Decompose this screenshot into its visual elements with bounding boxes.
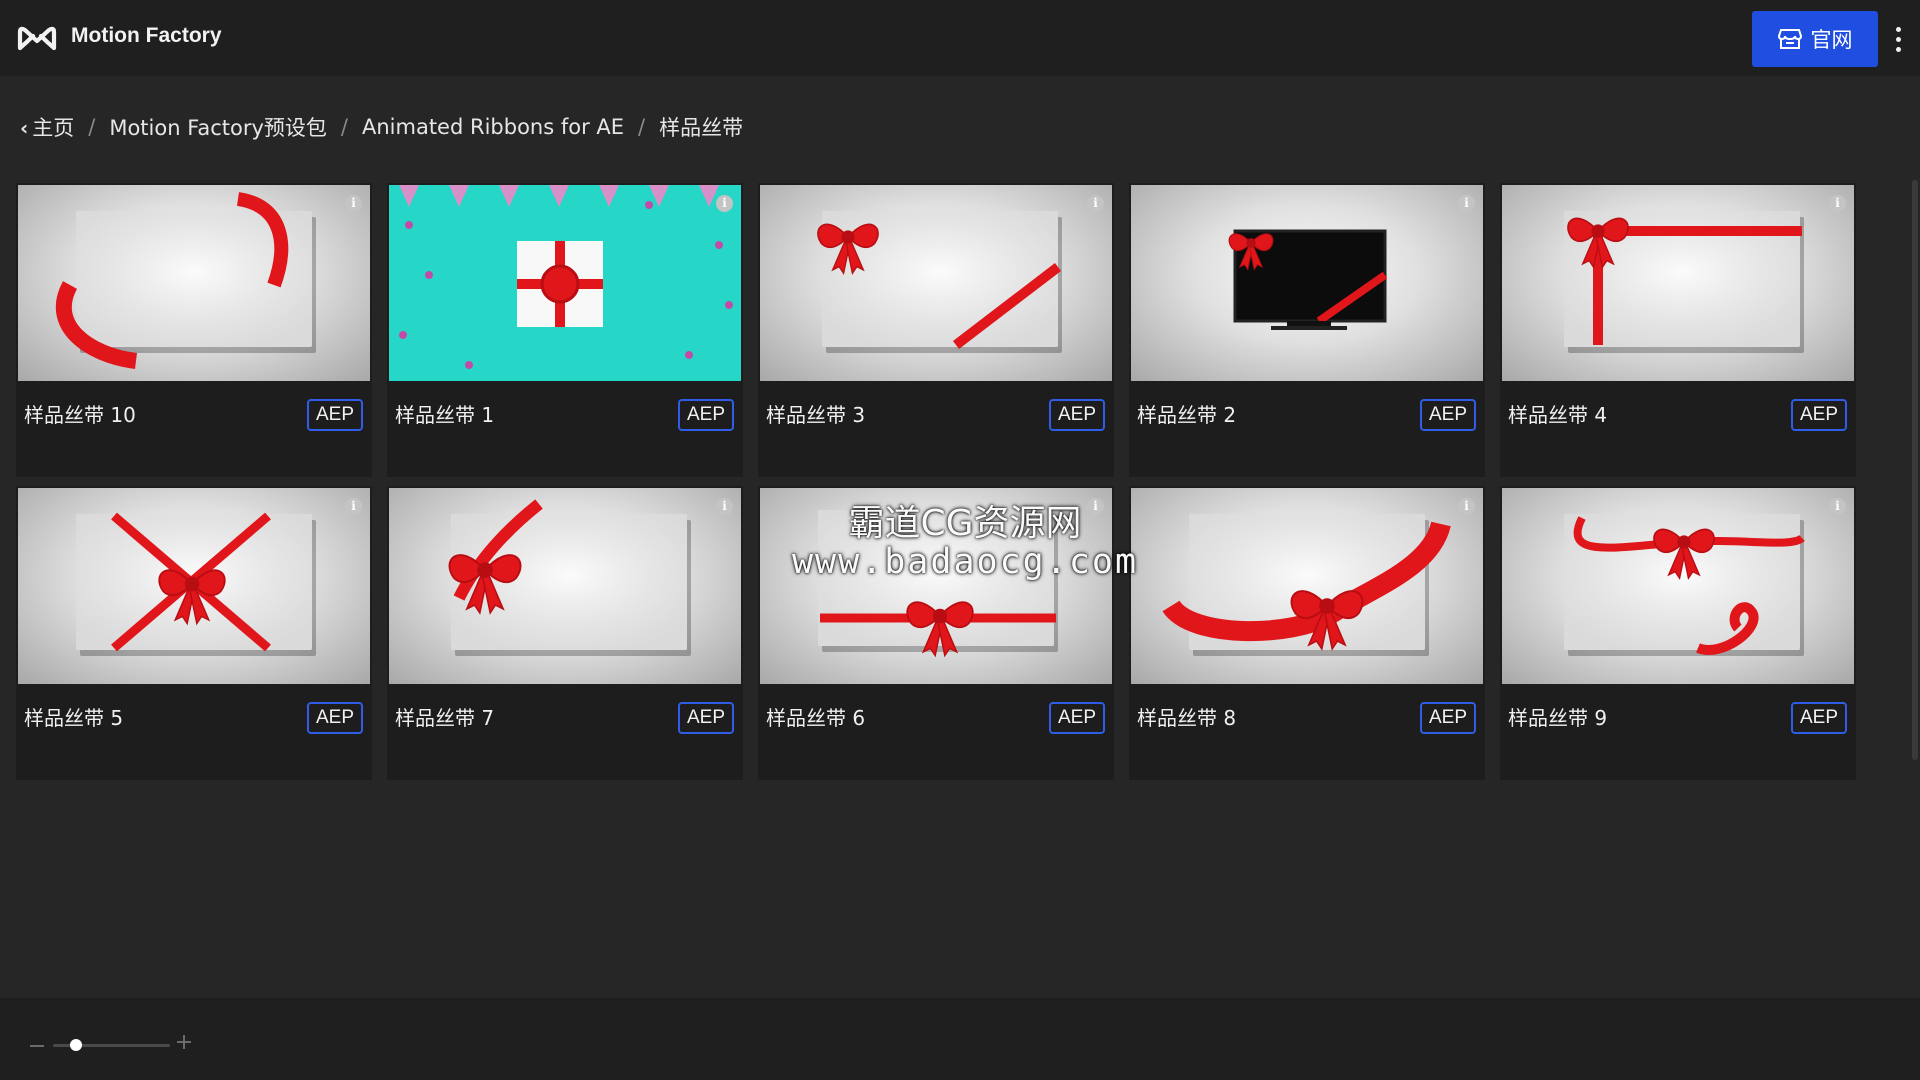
file-type-badge: AEP [307, 399, 363, 431]
chevron-left-icon: ‹ [20, 116, 29, 140]
motion-factory-logo-icon [17, 26, 57, 51]
official-site-button[interactable]: 官网 [1752, 11, 1878, 67]
template-card[interactable]: i 样品丝带 7 AEP [387, 486, 743, 780]
info-icon[interactable]: i [345, 498, 362, 515]
template-card[interactable]: i 样品丝带 8 AEP [1129, 486, 1485, 780]
thumbnail-image [1564, 211, 1804, 353]
template-thumbnail[interactable] [18, 488, 370, 684]
template-thumbnail[interactable] [1131, 185, 1483, 381]
thumbnail-image [56, 192, 316, 369]
card-title: 样品丝带 9 [1508, 706, 1608, 730]
template-thumbnail[interactable] [760, 488, 1112, 684]
breadcrumb-home[interactable]: ‹ 主页 [20, 112, 74, 142]
zoom-slider[interactable] [53, 1039, 170, 1051]
scrollbar-thumb[interactable] [1912, 180, 1918, 760]
thumbnail-image [817, 211, 1062, 353]
card-title: 样品丝带 3 [766, 403, 866, 427]
file-type-badge: AEP [1420, 399, 1476, 431]
breadcrumb: ‹ 主页 / Motion Factory预设包 / Animated Ribbo… [20, 112, 743, 142]
template-card[interactable]: i 样品丝带 3 AEP [758, 183, 1114, 477]
template-thumbnail[interactable] [1502, 185, 1854, 381]
template-thumbnail[interactable] [760, 185, 1112, 381]
file-type-badge: AEP [678, 702, 734, 734]
card-title: 样品丝带 1 [395, 403, 495, 427]
breadcrumb-animated-ribbons[interactable]: Animated Ribbons for AE [362, 115, 624, 139]
card-title: 样品丝带 5 [24, 706, 124, 730]
app-title: Motion Factory [71, 24, 222, 47]
file-type-badge: AEP [1791, 702, 1847, 734]
breadcrumb-separator: / [340, 115, 348, 139]
breadcrumb-separator: / [638, 115, 646, 139]
info-icon[interactable]: i [716, 195, 733, 212]
template-card[interactable]: i 样品丝带 10 AEP [16, 183, 372, 477]
file-type-badge: AEP [1049, 702, 1105, 734]
file-type-badge: AEP [1049, 399, 1105, 431]
breadcrumb-separator: / [88, 115, 96, 139]
card-title: 样品丝带 8 [1137, 706, 1237, 730]
store-icon [1777, 29, 1802, 49]
template-card[interactable]: i 样品丝带 2 AEP [1129, 183, 1485, 477]
thumbnail-image [448, 499, 691, 656]
breadcrumb-preset-pack[interactable]: Motion Factory预设包 [109, 112, 327, 142]
info-icon[interactable]: i [1829, 195, 1846, 212]
thumbnail-image [1228, 229, 1388, 330]
template-thumbnail[interactable] [389, 185, 741, 381]
thumbnail-image [389, 185, 741, 381]
breadcrumb-home-label: 主页 [32, 116, 75, 140]
template-grid: i 样品丝带 10 AEP i 样品丝带 1 AEP i 样品丝带 3 AEP [16, 183, 1856, 780]
zoom-in-icon[interactable] [177, 1035, 191, 1049]
info-icon[interactable]: i [1829, 498, 1846, 515]
info-icon[interactable]: i [1458, 195, 1475, 212]
file-type-badge: AEP [678, 399, 734, 431]
info-icon[interactable]: i [1087, 498, 1104, 515]
breadcrumb-current: 样品丝带 [659, 116, 744, 140]
thumbnail-image [1162, 514, 1451, 656]
card-title: 样品丝带 10 [24, 403, 136, 427]
info-icon[interactable]: i [1087, 195, 1104, 212]
more-menu-icon[interactable] [1886, 24, 1910, 54]
file-type-badge: AEP [307, 702, 363, 734]
template-card[interactable]: i 样品丝带 5 AEP [16, 486, 372, 780]
vertical-scrollbar[interactable] [1912, 180, 1918, 760]
info-icon[interactable]: i [1458, 498, 1475, 515]
template-card[interactable]: i 样品丝带 4 AEP [1500, 183, 1856, 477]
template-thumbnail[interactable] [1131, 488, 1483, 684]
info-icon[interactable]: i [345, 195, 362, 212]
template-card[interactable]: i 样品丝带 6 AEP [758, 486, 1114, 780]
zoom-out-icon[interactable] [30, 1045, 44, 1047]
official-site-label: 官网 [1810, 28, 1853, 52]
thumbnail-image [1564, 514, 1805, 656]
card-title: 样品丝带 7 [395, 706, 495, 730]
bottom-bar [0, 998, 1920, 1080]
card-title: 样品丝带 6 [766, 706, 866, 730]
thumbnail-image [76, 512, 316, 656]
top-bar: Motion Factory 官网 [0, 0, 1920, 76]
file-type-badge: AEP [1420, 702, 1476, 734]
info-icon[interactable]: i [716, 498, 733, 515]
card-title: 样品丝带 4 [1508, 403, 1608, 427]
card-title: 样品丝带 2 [1137, 403, 1237, 427]
template-card[interactable]: i 样品丝带 9 AEP [1500, 486, 1856, 780]
thumbnail-image [818, 510, 1058, 658]
file-type-badge: AEP [1791, 399, 1847, 431]
template-thumbnail[interactable] [389, 488, 741, 684]
template-thumbnail[interactable] [1502, 488, 1854, 684]
template-thumbnail[interactable] [18, 185, 370, 381]
template-card[interactable]: i 样品丝带 1 AEP [387, 183, 743, 477]
